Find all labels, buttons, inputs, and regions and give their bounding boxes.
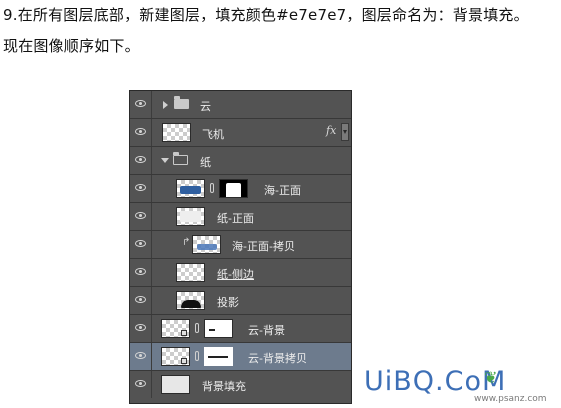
- layer-name: 飞机: [202, 128, 224, 141]
- eye-icon: [135, 324, 146, 331]
- layer-row-paper-front[interactable]: 纸-正面: [130, 203, 351, 231]
- visibility-toggle[interactable]: [130, 203, 152, 230]
- link-icon[interactable]: [195, 323, 199, 333]
- eye-icon: [135, 212, 146, 219]
- eye-icon: [135, 184, 146, 191]
- folder-icon: [174, 96, 189, 109]
- chevron-down-icon[interactable]: [341, 123, 349, 141]
- eye-icon: [135, 100, 146, 107]
- layer-mask-thumbnail[interactable]: [204, 319, 233, 338]
- fx-badge[interactable]: fx: [326, 124, 336, 137]
- layer-row-cloud-bg-copy[interactable]: 云-背景拷贝: [130, 343, 351, 371]
- eye-icon: [135, 268, 146, 275]
- layer-name: 纸-侧边: [217, 268, 254, 281]
- layer-thumbnail: [162, 123, 191, 142]
- eye-icon: [135, 296, 146, 303]
- watermark: UiBQ.CoM ❦ www.psanz.com: [364, 366, 560, 408]
- layer-name: 海-正面-拷贝: [232, 240, 295, 253]
- visibility-toggle[interactable]: [130, 371, 152, 398]
- visibility-toggle[interactable]: [130, 315, 152, 342]
- layer-name: 海-正面: [264, 184, 301, 197]
- expand-arrow-icon[interactable]: [163, 101, 168, 109]
- visibility-toggle[interactable]: [130, 259, 152, 286]
- link-icon[interactable]: [195, 351, 199, 361]
- layer-row-plane[interactable]: 飞机 fx: [130, 119, 351, 147]
- layer-thumbnail: [176, 179, 205, 198]
- layer-thumbnail: [176, 263, 205, 282]
- layer-name: 纸-正面: [217, 212, 254, 225]
- layer-name: 云: [200, 100, 211, 113]
- visibility-toggle[interactable]: [130, 119, 152, 146]
- collapse-arrow-icon[interactable]: [161, 158, 169, 163]
- layer-row-shadow[interactable]: 投影: [130, 287, 351, 315]
- link-icon[interactable]: [210, 183, 214, 193]
- clipping-mask-icon: ↱: [182, 237, 191, 248]
- eye-icon: [135, 380, 146, 387]
- layer-name: 投影: [217, 296, 239, 309]
- smart-object-icon: [181, 330, 187, 336]
- layer-name: 背景填充: [202, 380, 246, 393]
- layer-thumbnail: [176, 207, 205, 226]
- visibility-toggle[interactable]: [130, 287, 152, 314]
- layers-panel: 云 飞机 fx 纸 海-正面 纸-正面 ↱ 海-正面-拷贝 纸-侧边 投影 云-…: [129, 90, 352, 404]
- watermark-url: www.psanz.com: [474, 394, 547, 404]
- tutorial-step-text: 9.在所有图层底部，新建图层，填充颜色#e7e7e7，图层命名为：背景填充。: [3, 6, 529, 24]
- visibility-toggle[interactable]: [130, 231, 152, 258]
- layer-row-sea-front[interactable]: 海-正面: [130, 175, 351, 203]
- layer-row-background-fill[interactable]: 背景填充: [130, 371, 351, 399]
- eye-icon: [135, 156, 146, 163]
- layer-name: 云-背景拷贝: [248, 352, 307, 365]
- visibility-toggle[interactable]: [130, 175, 152, 202]
- layer-mask-thumbnail[interactable]: [219, 179, 248, 198]
- smart-object-icon: [181, 358, 187, 364]
- layer-mask-thumbnail[interactable]: [204, 347, 233, 366]
- tutorial-order-text: 现在图像顺序如下。: [3, 37, 140, 55]
- eye-icon: [135, 240, 146, 247]
- layer-thumbnail: [176, 291, 205, 310]
- layer-name: 纸: [200, 156, 211, 169]
- visibility-toggle[interactable]: [130, 343, 152, 370]
- layer-name: 云-背景: [248, 324, 285, 337]
- layer-row-paper-side[interactable]: 纸-侧边: [130, 259, 351, 287]
- visibility-toggle[interactable]: [130, 91, 152, 118]
- layer-row-group-cloud[interactable]: 云: [130, 91, 351, 119]
- layer-thumbnail: [161, 375, 190, 394]
- layer-row-sea-front-copy[interactable]: ↱ 海-正面-拷贝: [130, 231, 351, 259]
- visibility-toggle[interactable]: [130, 147, 152, 174]
- folder-open-icon: [172, 152, 188, 165]
- layer-thumbnail: [192, 235, 221, 254]
- eye-icon: [135, 352, 146, 359]
- layer-row-group-paper[interactable]: 纸: [130, 147, 351, 175]
- eye-icon: [135, 128, 146, 135]
- leaf-icon: ❦: [484, 368, 498, 387]
- layer-row-cloud-bg[interactable]: 云-背景: [130, 315, 351, 343]
